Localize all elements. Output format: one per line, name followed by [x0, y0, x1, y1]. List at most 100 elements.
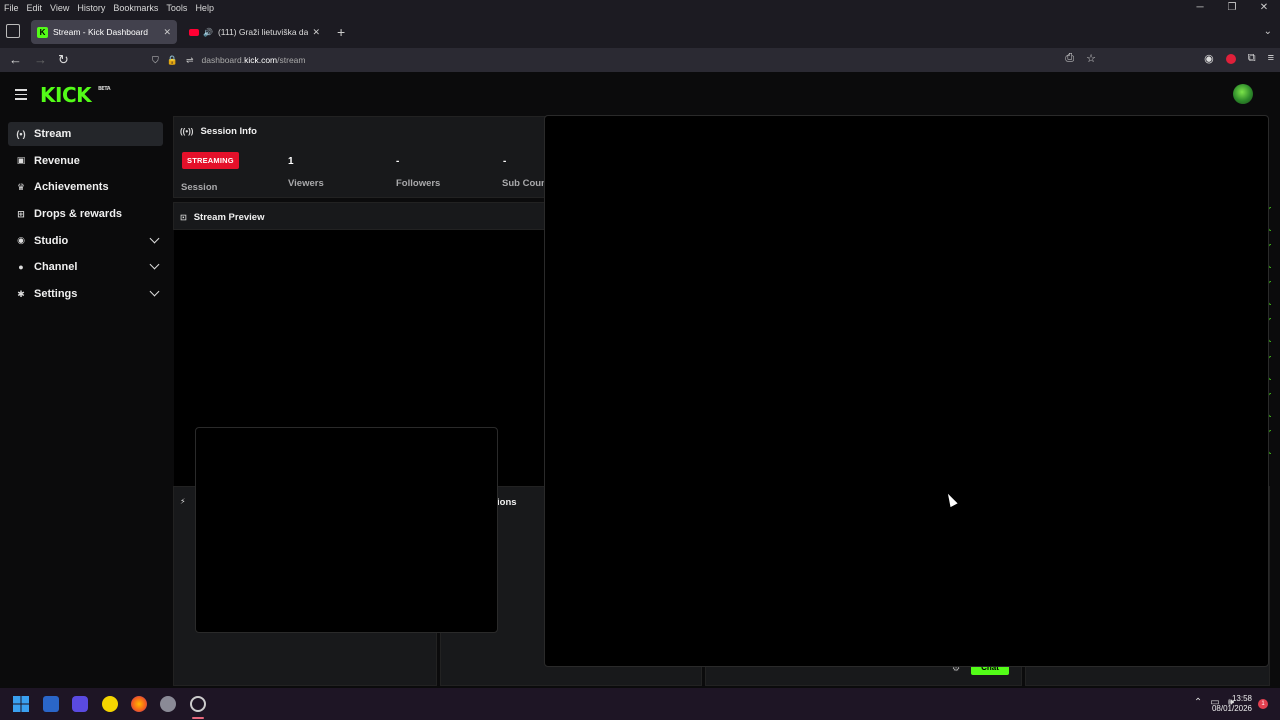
stat-value-viewers: 1: [288, 156, 294, 167]
sidebar-item-label: Revenue: [34, 154, 80, 167]
chevron-down-icon[interactable]: [149, 233, 160, 244]
clock[interactable]: 13:58 08/01/2026: [1212, 694, 1252, 714]
sidebar-item-stream[interactable]: (•) Stream: [8, 122, 163, 146]
stat-label-session: Session: [181, 182, 218, 193]
chevron-down-icon[interactable]: [149, 259, 160, 270]
menu-tools[interactable]: Tools: [162, 3, 191, 13]
page-actions: ⎙ ☆: [1065, 52, 1096, 65]
navigation-bar: ← → ↻ ⛉ 🔒 ⇌ dashboard. kick.com/stream ⎙ …: [0, 48, 1280, 72]
lock-icon[interactable]: 🔒: [167, 55, 178, 66]
maximize-button[interactable]: ❐: [1216, 0, 1248, 16]
menu-view[interactable]: View: [46, 3, 73, 13]
address-bar[interactable]: ⛉ 🔒 ⇌ dashboard. kick.com/stream: [152, 50, 1102, 70]
kick-logo[interactable]: KICK BETA: [40, 83, 111, 107]
card-header: ((•)) Session Info: [180, 126, 257, 137]
url-prefix: dashboard.: [201, 55, 245, 65]
sidebar-item-drops-rewards[interactable]: ⊞ Drops & rewards: [8, 202, 163, 226]
tab-title: Stream - Kick Dashboard: [53, 27, 148, 37]
permissions-icon[interactable]: ⇌: [186, 55, 194, 66]
tab-kick-dashboard[interactable]: K Stream - Kick Dashboard ✕: [31, 20, 177, 44]
forward-icon[interactable]: →: [34, 52, 47, 68]
user-icon: ●: [18, 262, 24, 273]
broadcast-icon: ((•)): [180, 127, 194, 136]
lightning-icon: ⚡: [180, 497, 186, 506]
chevron-up-icon[interactable]: ⌃: [1194, 697, 1202, 708]
tab-close-icon[interactable]: ✕: [163, 27, 171, 38]
sidebar-item-label: Drops & rewards: [34, 208, 123, 221]
session-info-card: ((•)) Session Info STREAMING Session 1 V…: [173, 116, 551, 198]
reader-view-icon[interactable]: ⎙: [1065, 52, 1074, 65]
back-icon[interactable]: ←: [9, 52, 22, 68]
extension-red-icon[interactable]: [1225, 54, 1236, 64]
tab-title: (111) Graži lietuviška daina: [217, 27, 309, 37]
firefox-icon[interactable]: [131, 696, 147, 712]
obs-icon[interactable]: [190, 696, 206, 712]
reload-icon[interactable]: ↻: [58, 52, 69, 68]
status-badge: STREAMING: [182, 152, 239, 169]
camera-icon: ◉: [17, 235, 25, 246]
chevron-down-icon[interactable]: [149, 286, 160, 297]
kick-dashboard: KICK BETA (•) Stream ▣ Revenue ♛ Achieve…: [0, 72, 1280, 688]
beta-badge: BETA: [98, 86, 111, 92]
menu-bookmarks[interactable]: Bookmarks: [109, 3, 162, 13]
hamburger-menu-icon[interactable]: [15, 89, 27, 103]
menu-history[interactable]: History: [73, 3, 109, 13]
sidebar-item-revenue[interactable]: ▣ Revenue: [8, 149, 163, 173]
clock-time: 13:58: [1231, 694, 1252, 703]
notification-badge[interactable]: 1: [1258, 699, 1268, 709]
youtube-favicon-icon: [189, 28, 199, 36]
sidebar-item-channel[interactable]: ● Channel: [8, 255, 163, 279]
minimize-button[interactable]: ─: [1184, 0, 1216, 16]
video-overlay-panel[interactable]: [544, 115, 1269, 667]
card-title: Session Info: [200, 126, 257, 137]
tab-youtube[interactable]: 🔊 (111) Graži lietuviška daina ✕: [183, 20, 326, 44]
menu-file[interactable]: File: [0, 3, 23, 13]
sidebar-item-label: Settings: [34, 288, 78, 301]
widgets-icon[interactable]: [43, 696, 59, 712]
sidebar-item-achievements[interactable]: ♛ Achievements: [8, 175, 163, 199]
window-controls: ─ ❐ ✕: [1184, 0, 1280, 16]
account-icon[interactable]: ◉: [1204, 52, 1214, 65]
stat-label-sub-count: Sub Count: [502, 178, 551, 189]
stream-preview-card: ⊡ Stream Preview: [173, 202, 548, 230]
avatar[interactable]: [1233, 84, 1253, 104]
taskbar: ⌃ ▭ 🕪 13:58 08/01/2026 1: [0, 688, 1280, 720]
snapchat-icon[interactable]: [102, 696, 118, 712]
sidebar-item-label: Studio: [34, 234, 69, 247]
card-title: Stream Preview: [193, 212, 265, 223]
tab-close-icon[interactable]: ✕: [312, 27, 320, 38]
windows-start-icon[interactable]: [13, 696, 29, 712]
list-all-tabs-icon[interactable]: ⌄: [1264, 26, 1272, 37]
menu-bar: File Edit View History Bookmarks Tools H…: [0, 0, 1280, 16]
gift-icon: ⊞: [17, 208, 25, 219]
app-menu-icon[interactable]: ≡: [1268, 52, 1274, 65]
url-host: kick.com: [244, 55, 278, 65]
preview-overlay-panel[interactable]: [195, 427, 498, 633]
sidebar-item-label: Stream: [34, 128, 72, 140]
menu-edit[interactable]: Edit: [23, 3, 47, 13]
close-window-button[interactable]: ✕: [1248, 0, 1280, 16]
stat-label-viewers: Viewers: [288, 178, 324, 189]
new-tab-icon[interactable]: +: [337, 24, 345, 40]
kick-favicon-icon: K: [37, 26, 48, 38]
bookmark-star-icon[interactable]: ☆: [1086, 52, 1096, 65]
active-app-indicator: [192, 717, 204, 719]
logo-text: KICK: [40, 83, 92, 107]
chart-icon: ▣: [16, 155, 26, 166]
trophy-icon: ♛: [16, 181, 26, 192]
settings-gear-icon[interactable]: [160, 696, 176, 712]
speaker-icon[interactable]: 🔊: [203, 28, 213, 37]
menu-help[interactable]: Help: [191, 3, 218, 13]
stat-label-followers: Followers: [396, 178, 441, 189]
extensions-puzzle-icon[interactable]: ⧉: [1248, 52, 1256, 65]
sidebar-item-label: Channel: [34, 261, 78, 274]
sidebar-item-label: Achievements: [34, 181, 109, 194]
sidebar-item-studio[interactable]: ◉ Studio: [8, 229, 163, 253]
shield-icon[interactable]: ⛉: [152, 55, 159, 66]
sidebar-item-settings[interactable]: ✱ Settings: [8, 282, 163, 306]
tab-list-icon[interactable]: [6, 24, 20, 38]
sidebar: (•) Stream ▣ Revenue ♛ Achievements ⊞ Dr…: [8, 122, 163, 309]
teams-icon[interactable]: [72, 696, 88, 712]
clock-date: 08/01/2026: [1211, 704, 1252, 713]
stat-value-followers: -: [396, 156, 400, 167]
